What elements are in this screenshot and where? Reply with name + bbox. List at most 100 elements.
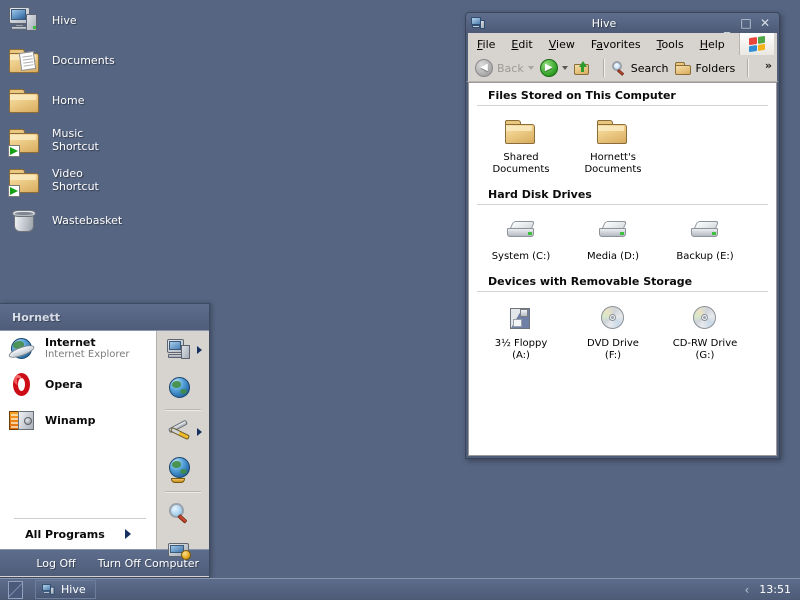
search-label: Search xyxy=(630,61,669,75)
clock[interactable]: 13:51 xyxy=(759,583,791,596)
start-menu-system-divider xyxy=(165,409,201,411)
file-item-label: Hornett's Documents xyxy=(584,152,642,175)
documents-folder-icon xyxy=(8,44,42,76)
start-menu-user-header: Hornett xyxy=(0,304,209,331)
chevron-right-icon xyxy=(197,428,202,436)
optical-drive-icon xyxy=(596,301,630,333)
opera-icon xyxy=(8,371,36,399)
file-item-hornetts-documents[interactable]: Hornett's Documents xyxy=(575,115,651,176)
navigation-toolbar: ◀ Back ▶ Search Folders » xyxy=(466,55,779,82)
close-button[interactable]: ✕ xyxy=(759,17,771,29)
menu-tools[interactable]: Tools xyxy=(657,38,684,51)
menu-help[interactable]: Help xyxy=(700,38,725,51)
log-off-button[interactable]: Log Off xyxy=(36,557,75,570)
drive-item-media-d[interactable]: Media (D:) xyxy=(575,214,651,263)
shortcut-arrow-icon xyxy=(8,185,20,197)
desktop-icon-label: Video Shortcut xyxy=(52,167,99,193)
desktop-icon-hive[interactable]: Hive xyxy=(0,0,220,40)
start-menu-system-list xyxy=(157,331,209,560)
drive-item-cdrw-g[interactable]: CD-RW Drive (G:) xyxy=(667,301,743,362)
floppy-drive-icon xyxy=(504,301,538,333)
chevron-down-icon xyxy=(561,66,568,70)
up-folder-icon xyxy=(573,60,591,76)
back-arrow-icon: ◀ xyxy=(475,59,493,77)
internet-explorer-icon xyxy=(7,335,36,363)
desktop-icon-home[interactable]: Home xyxy=(0,80,220,120)
back-button[interactable]: ◀ Back xyxy=(475,59,534,77)
window-title-bar[interactable]: Hive _ □ ✕ xyxy=(466,13,779,33)
chevron-down-icon xyxy=(527,66,534,70)
start-button[interactable] xyxy=(3,580,29,600)
globe-stand-icon xyxy=(167,457,193,483)
hard-disk-icon xyxy=(688,214,722,246)
desktop-icon-music[interactable]: Music Shortcut xyxy=(0,120,220,160)
menu-file[interactable]: File xyxy=(477,38,495,51)
group-hard-disk-drives: Hard Disk Drives System (C:) Media (D:) xyxy=(469,182,776,269)
toolbar-separator xyxy=(747,59,750,77)
start-menu-item-title: Winamp xyxy=(45,414,96,427)
start-menu-item-internet[interactable]: Internet Internet Explorer xyxy=(0,331,156,367)
system-tray: ‹ 13:51 xyxy=(744,579,800,600)
search-button[interactable]: Search xyxy=(611,60,669,76)
menu-bar: File Edit View Favorites Tools Help xyxy=(466,33,779,55)
my-computer-icon xyxy=(167,337,193,363)
file-item-shared-documents[interactable]: Shared Documents xyxy=(483,115,559,176)
start-menu-item-winamp[interactable]: Winamp xyxy=(0,403,156,439)
tray-expand-chevron-icon[interactable]: ‹ xyxy=(744,583,749,597)
group-removable-storage: Devices with Removable Storage 3½ Floppy… xyxy=(469,269,776,368)
desktop-icon-label: Hive xyxy=(52,13,77,27)
desktop-icon-area: Hive Documents Home Music Shortcut Video… xyxy=(0,0,220,240)
search-magnifier-icon xyxy=(167,501,193,527)
menu-view[interactable]: View xyxy=(549,38,575,51)
chevron-right-icon xyxy=(124,529,131,539)
hard-disk-icon xyxy=(596,214,630,246)
start-menu-item-title: Opera xyxy=(45,378,83,391)
start-menu-system-my-computer[interactable] xyxy=(157,331,209,369)
toolbar-overflow-button[interactable]: » xyxy=(765,59,772,72)
folders-button[interactable]: Folders xyxy=(674,61,736,76)
taskbar-task-hive[interactable]: Hive xyxy=(35,580,96,599)
optical-drive-icon xyxy=(688,301,722,333)
start-menu-item-opera[interactable]: Opera xyxy=(0,367,156,403)
desktop-icon-label: Wastebasket xyxy=(52,213,123,227)
group-title: Hard Disk Drives xyxy=(477,182,768,205)
wastebasket-icon xyxy=(8,204,42,236)
start-menu-pinned-list: Internet Internet Explorer Opera Winamp … xyxy=(0,331,157,549)
start-menu-system-search[interactable] xyxy=(157,495,209,533)
hard-disk-icon xyxy=(504,214,538,246)
menu-edit[interactable]: Edit xyxy=(511,38,532,51)
drive-item-label: Backup (E:) xyxy=(676,251,734,262)
minimize-button[interactable]: _ xyxy=(721,20,733,32)
forward-arrow-icon: ▶ xyxy=(539,59,558,77)
up-button[interactable] xyxy=(573,60,591,76)
folders-label: Folders xyxy=(695,61,736,75)
desktop-icon-documents[interactable]: Documents xyxy=(0,40,220,80)
start-menu-system-control-panel[interactable] xyxy=(157,533,209,571)
start-menu-system-tools[interactable] xyxy=(157,413,209,451)
computer-icon xyxy=(8,4,42,36)
drive-item-floppy-a[interactable]: 3½ Floppy (A:) xyxy=(483,301,559,362)
all-programs-button[interactable]: All Programs xyxy=(0,519,156,549)
window-title: Hive xyxy=(591,16,617,30)
toolbar-separator xyxy=(602,59,605,77)
start-menu-item-title: Internet xyxy=(45,336,96,349)
drive-item-label: System (C:) xyxy=(491,251,551,262)
drive-item-backup-e[interactable]: Backup (E:) xyxy=(667,214,743,263)
menu-favorites[interactable]: Favorites xyxy=(591,38,641,51)
drive-item-dvd-f[interactable]: DVD Drive (F:) xyxy=(575,301,651,362)
folder-shortcut-icon xyxy=(8,164,42,197)
folder-icon xyxy=(8,84,42,116)
forward-button[interactable]: ▶ xyxy=(539,59,568,77)
maximize-button[interactable]: □ xyxy=(740,17,752,29)
desktop-icon-video[interactable]: Video Shortcut xyxy=(0,160,220,200)
desktop-icon-label: Documents xyxy=(52,53,115,67)
taskbar: Hive ‹ 13:51 xyxy=(0,578,800,600)
drive-item-system-c[interactable]: System (C:) xyxy=(483,214,559,263)
start-menu-user-name: Hornett xyxy=(12,310,60,324)
start-menu-system-globe-stand[interactable] xyxy=(157,451,209,489)
desktop-icon-wastebasket[interactable]: Wastebasket xyxy=(0,200,220,240)
start-menu-system-network[interactable] xyxy=(157,369,209,407)
group-title: Devices with Removable Storage xyxy=(477,269,768,292)
desktop-icon-label: Music Shortcut xyxy=(52,127,99,153)
computer-icon xyxy=(42,583,56,596)
